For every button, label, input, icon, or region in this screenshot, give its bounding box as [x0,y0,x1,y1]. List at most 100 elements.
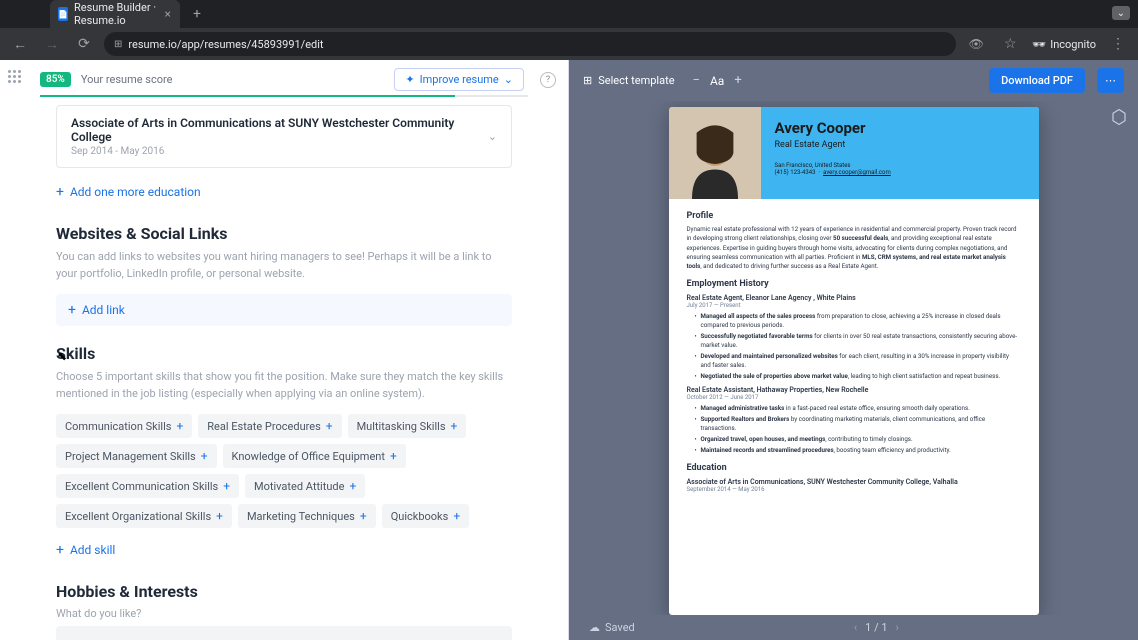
plus-icon: + [56,184,64,200]
plus-icon: + [390,449,397,463]
skill-chip[interactable]: Motivated Attitude+ [245,474,365,498]
skill-chip[interactable]: Quickbooks+ [382,504,469,528]
resume-photo [669,107,761,199]
back-button[interactable]: ← [8,32,32,56]
select-template-button[interactable]: ⊞ Select template [583,74,675,87]
hex-icon[interactable] [1110,108,1128,126]
help-icon[interactable]: ? [540,72,556,88]
skill-chip[interactable]: Multitasking Skills+ [348,414,467,438]
zoom-in-button[interactable]: + [734,73,741,88]
add-education-button[interactable]: + Add one more education [56,178,512,206]
websites-section-title: Websites & Social Links [56,224,512,243]
incognito-icon: 🕶 [1032,38,1046,51]
plus-icon: + [451,419,458,433]
skill-chip[interactable]: Project Management Skills+ [56,444,217,468]
education-card[interactable]: Associate of Arts in Communications at S… [56,105,512,168]
new-tab-button[interactable]: + [186,3,208,25]
profile-text: Dynamic real estate professional with 12… [687,225,1021,271]
education-title: Associate of Arts in Communications at S… [71,116,488,144]
job-bullet: Supported Realtors and Brokers by coordi… [695,415,1021,433]
eye-icon[interactable]: 👁 [964,32,988,56]
next-page-button[interactable]: › [896,621,899,634]
sparkle-icon: ✦ [405,73,414,86]
plus-icon: + [68,302,76,318]
plus-icon: + [176,419,183,433]
job-bullets: Managed administrative tasks in a fast-p… [687,404,1021,455]
incognito-badge: 🕶 Incognito [1032,38,1096,51]
text-size-icon: Aa [710,74,724,88]
resume-contact: San Francisco, United States (415) 123-4… [775,162,1025,176]
resume-preview: Avery Cooper Real Estate Agent San Franc… [669,107,1039,615]
skill-chip[interactable]: Communication Skills+ [56,414,192,438]
reload-button[interactable]: ⟳ [72,32,96,56]
zoom-out-button[interactable]: − [693,73,700,88]
skill-chip[interactable]: Excellent Communication Skills+ [56,474,239,498]
job-bullets: Managed all aspects of the sales process… [687,312,1021,381]
education-item: Associate of Arts in Communications, SUN… [687,478,1021,486]
download-pdf-button[interactable]: Download PDF [989,68,1085,93]
browser-tab[interactable]: 📄 Resume Builder · Resume.io × [50,0,180,28]
skill-chip[interactable]: Knowledge of Office Equipment+ [223,444,406,468]
score-label: Your resume score [81,73,173,86]
education-item-dates: September 2014 — May 2016 [687,486,1021,493]
employment-heading: Employment History [687,279,1021,289]
window-caret[interactable]: ⌄ [1112,6,1130,20]
browser-menu-icon[interactable]: ⋮ [1106,32,1130,56]
add-skill-button[interactable]: + Add skill [56,536,512,564]
chevron-down-icon: ⌄ [504,73,513,86]
plus-icon: + [453,509,460,523]
plus-icon: + [349,479,356,493]
job-bullet: Managed all aspects of the sales process… [695,312,1021,330]
job-title: Real Estate Agent, Eleanor Lane Agency ,… [687,294,1021,302]
hobbies-hint: What do you like? [56,607,512,620]
job-bullet: Negotiated the sale of properties above … [695,372,1021,381]
add-link-button[interactable]: + Add link [56,294,512,326]
hobbies-input[interactable]: e.g. Skiing, Skydiving, Painting [56,626,512,640]
page-indicator: 1 / 1 [865,621,887,634]
plus-icon: + [56,542,64,558]
job-bullet: Maintained records and streamlined proce… [695,446,1021,455]
saved-status: ☁ Saved [589,621,635,634]
job-dates: July 2017 — Present [687,302,1021,309]
education-heading: Education [687,463,1021,473]
job-bullet: Organized travel, open houses, and meeti… [695,435,1021,444]
skills-section-title: Skills [56,344,512,363]
forward-button[interactable]: → [40,32,64,56]
plus-icon: + [360,509,367,523]
app-menu-grip-icon[interactable] [8,70,21,83]
job-bullet: Managed administrative tasks in a fast-p… [695,404,1021,413]
job-bullet: Successfully negotiated favorable terms … [695,332,1021,350]
resume-role: Real Estate Agent [775,140,1025,150]
cloud-icon: ☁ [589,621,600,634]
hobbies-section-title: Hobbies & Interests [56,582,512,601]
profile-heading: Profile [687,211,1021,221]
bookmark-icon[interactable]: ☆ [998,32,1022,56]
plus-icon: + [326,419,333,433]
skill-chip[interactable]: Real Estate Procedures+ [198,414,341,438]
plus-icon: + [201,449,208,463]
grid-icon: ⊞ [583,74,592,87]
url-text: resume.io/app/resumes/45893991/edit [128,38,323,51]
site-info-icon[interactable]: ⊞ [114,39,122,50]
job-bullet: Developed and maintained personalized we… [695,352,1021,370]
address-bar[interactable]: ⊞ resume.io/app/resumes/45893991/edit [104,32,956,56]
plus-icon: + [223,479,230,493]
prev-page-button[interactable]: ‹ [854,621,857,634]
score-progress [40,95,528,97]
websites-section-desc: You can add links to websites you want h… [56,249,512,282]
job-title: Real Estate Assistant, Hathaway Properti… [687,386,1021,394]
education-dates: Sep 2014 - May 2016 [71,146,488,157]
favicon-icon: 📄 [58,7,68,21]
close-tab-icon[interactable]: × [163,7,172,21]
tab-title: Resume Builder · Resume.io [74,1,157,27]
chevron-down-icon[interactable]: ⌄ [488,130,497,143]
score-pill: 85% [40,72,71,87]
skill-chip[interactable]: Excellent Organizational Skills+ [56,504,232,528]
more-options-button[interactable]: ⋯ [1097,68,1124,93]
resume-name: Avery Cooper [775,119,1025,137]
improve-resume-button[interactable]: ✦ Improve resume ⌄ [394,68,524,91]
job-dates: October 2012 — June 2017 [687,394,1021,401]
skill-chip[interactable]: Marketing Techniques+ [238,504,376,528]
pager: ‹ 1 / 1 › [854,621,899,634]
plus-icon: + [216,509,223,523]
